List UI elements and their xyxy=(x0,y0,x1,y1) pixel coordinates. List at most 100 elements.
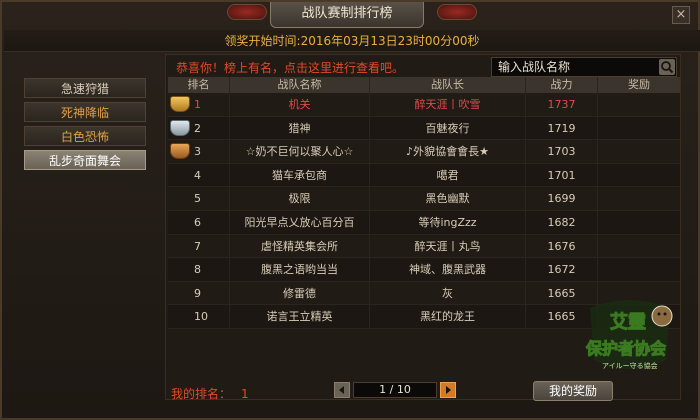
power-cell: 1701 xyxy=(526,163,598,187)
table-row[interactable]: 4 猫车承包商 噶君 1701 xyxy=(168,163,680,188)
team-name-cell-text: 诺言王立精英 xyxy=(266,310,333,324)
trophy-icon xyxy=(170,96,190,112)
captain-cell-text: 醉天涯丨吹雪 xyxy=(414,98,481,111)
table-row[interactable]: 2 猎神 百魅夜行 1719 xyxy=(168,116,680,141)
window-title: 战队赛制排行榜 xyxy=(270,2,424,28)
power-cell: 1699 xyxy=(526,187,598,210)
svg-text:アイルー守る協会: アイルー守る協会 xyxy=(602,361,658,370)
captain-cell-text: 等待ingZzz xyxy=(418,215,477,229)
mode-sidebar: 急速狩猎 死神降临 白色恐怖 乱步奇面舞会 xyxy=(24,78,146,174)
captain-cell: ♪外貌協會會長★ xyxy=(370,140,526,163)
captain-cell: 灰 xyxy=(370,281,526,305)
sidebar-item-white-terror[interactable]: 白色恐怖 xyxy=(24,126,146,146)
title-ornament-right xyxy=(437,4,477,20)
rank-cell-text: 1 xyxy=(194,98,201,111)
power-cell: 1703 xyxy=(526,140,598,163)
team-name-cell: ☆奶不巨何以聚人心☆ xyxy=(230,140,370,163)
award-cell xyxy=(598,164,680,187)
rank-cell-text: 2 xyxy=(194,121,201,135)
team-name-cell-text: 阳光早点乂放心百分百 xyxy=(244,215,355,229)
rank-cell-text: 8 xyxy=(194,263,201,277)
power-cell-text: 1737 xyxy=(547,98,576,111)
team-name-cell: 极限 xyxy=(230,187,370,210)
captain-cell: 黑红的龙王 xyxy=(370,305,526,328)
rank-cell-text: 9 xyxy=(194,286,201,300)
award-time-banner: 领奖开始时间:2016年03月13日23时00分00秒 xyxy=(4,30,700,52)
power-cell-text: 1699 xyxy=(547,192,576,206)
team-name-cell: 诺言王立精英 xyxy=(230,305,370,328)
rank-cell: 2 xyxy=(168,116,230,140)
search-icon xyxy=(661,61,674,74)
header-rank: 排名 xyxy=(168,77,230,93)
arrow-left-icon xyxy=(339,386,344,394)
power-cell: 1676 xyxy=(526,234,598,258)
team-search xyxy=(491,57,677,77)
team-search-input[interactable] xyxy=(492,58,652,76)
rank-cell-text: 7 xyxy=(194,239,201,253)
rank-cell-text: 5 xyxy=(194,192,201,206)
rank-cell: 7 xyxy=(168,234,230,258)
rank-cell-text: 3 xyxy=(194,145,201,159)
power-cell: 1737 xyxy=(526,93,598,116)
team-name-cell: 猎神 xyxy=(230,116,370,140)
rank-cell: 9 xyxy=(168,281,230,305)
rank-cell: 1 xyxy=(168,93,230,116)
power-cell-text: 1672 xyxy=(547,263,576,277)
team-name-cell: 猫车承包商 xyxy=(230,163,370,187)
svg-text:保护者协会: 保护者协会 xyxy=(585,339,666,358)
close-button[interactable]: × xyxy=(672,6,690,24)
team-name-cell-text: 极限 xyxy=(288,192,311,206)
prev-page-button[interactable] xyxy=(334,382,350,398)
sidebar-item-speed-hunt[interactable]: 急速狩猎 xyxy=(24,78,146,98)
captain-cell: 等待ingZzz xyxy=(370,210,526,234)
team-name-cell-text: 机关 xyxy=(288,98,311,111)
power-cell-text: 1703 xyxy=(547,145,576,159)
my-rank: 我的排名： 1 xyxy=(171,385,249,402)
pagination: 1 / 10 xyxy=(334,382,456,398)
table-row[interactable]: 3 ☆奶不巨何以聚人心☆ ♪外貌協會會長★ 1703 xyxy=(168,140,680,164)
captain-cell: 醉天涯丨吹雪 xyxy=(370,93,526,116)
power-cell-text: 1676 xyxy=(547,239,576,253)
next-page-button[interactable] xyxy=(440,382,456,398)
captain-cell: 醉天涯丨丸鸟 xyxy=(370,234,526,258)
captain-cell: 神域、腹黑武器 xyxy=(370,258,526,281)
table-row[interactable]: 6 阳光早点乂放心百分百 等待ingZzz 1682 xyxy=(168,210,680,235)
captain-cell-text: 噶君 xyxy=(436,168,459,182)
table-row[interactable]: 8 腹黑之语哟当当 神域、腹黑武器 1672 xyxy=(168,258,680,282)
captain-cell-text: 神域、腹黑武器 xyxy=(409,263,486,277)
page-indicator: 1 / 10 xyxy=(353,382,437,398)
team-name-cell: 阳光早点乂放心百分百 xyxy=(230,210,370,234)
team-name-cell-text: ☆奶不巨何以聚人心☆ xyxy=(245,145,354,159)
team-name-cell-text: 猎神 xyxy=(288,121,311,135)
captain-cell: 百魅夜行 xyxy=(370,116,526,140)
congrats-notice-link[interactable]: 恭喜你！榜上有名，点击这里进行查看吧。 xyxy=(176,59,404,76)
ranking-window: 战队赛制排行榜 × 领奖开始时间:2016年03月13日23时00分00秒 急速… xyxy=(0,0,700,420)
my-award-button[interactable]: 我的奖励 xyxy=(533,381,613,401)
table-body: 1 机关 醉天涯丨吹雪 1737 2 猎神 百魅夜行 1719 3 ☆奶不巨何以聚人心☆ ♪外貌協會… xyxy=(168,93,680,329)
sidebar-item-masquerade[interactable]: 乱步奇面舞会 xyxy=(24,150,146,170)
power-cell: 1682 xyxy=(526,210,598,234)
rank-cell: 4 xyxy=(168,163,230,187)
arrow-right-icon xyxy=(446,386,451,394)
trophy-icon xyxy=(170,143,190,160)
team-name-cell-text: 猫车承包商 xyxy=(272,168,327,182)
table-row[interactable]: 7 虐怪精英集会所 醉天涯丨丸鸟 1676 xyxy=(168,234,680,259)
award-cell xyxy=(598,235,680,258)
captain-cell-text: 灰 xyxy=(442,286,453,300)
search-button[interactable] xyxy=(659,59,675,75)
captain-cell-text: 黑色幽默 xyxy=(425,192,470,206)
my-rank-label: 我的排名： xyxy=(171,387,232,401)
captain-cell-text: ♪外貌協會會長★ xyxy=(406,145,489,159)
table-row[interactable]: 1 机关 醉天涯丨吹雪 1737 xyxy=(168,93,680,117)
award-cell xyxy=(598,211,680,234)
sidebar-item-death-god[interactable]: 死神降临 xyxy=(24,102,146,122)
captain-cell-text: 黑红的龙王 xyxy=(420,310,475,324)
rank-cell-text: 4 xyxy=(194,168,201,182)
rank-cell: 6 xyxy=(168,210,230,234)
team-name-cell-text: 虐怪精英集会所 xyxy=(261,239,338,253)
svg-text:艾靈: 艾靈 xyxy=(610,311,646,333)
table-row[interactable]: 5 极限 黑色幽默 1699 xyxy=(168,187,680,211)
rank-cell-text: 6 xyxy=(194,215,201,229)
header-power: 战力 xyxy=(526,77,598,93)
team-name-cell: 腹黑之语哟当当 xyxy=(230,258,370,281)
